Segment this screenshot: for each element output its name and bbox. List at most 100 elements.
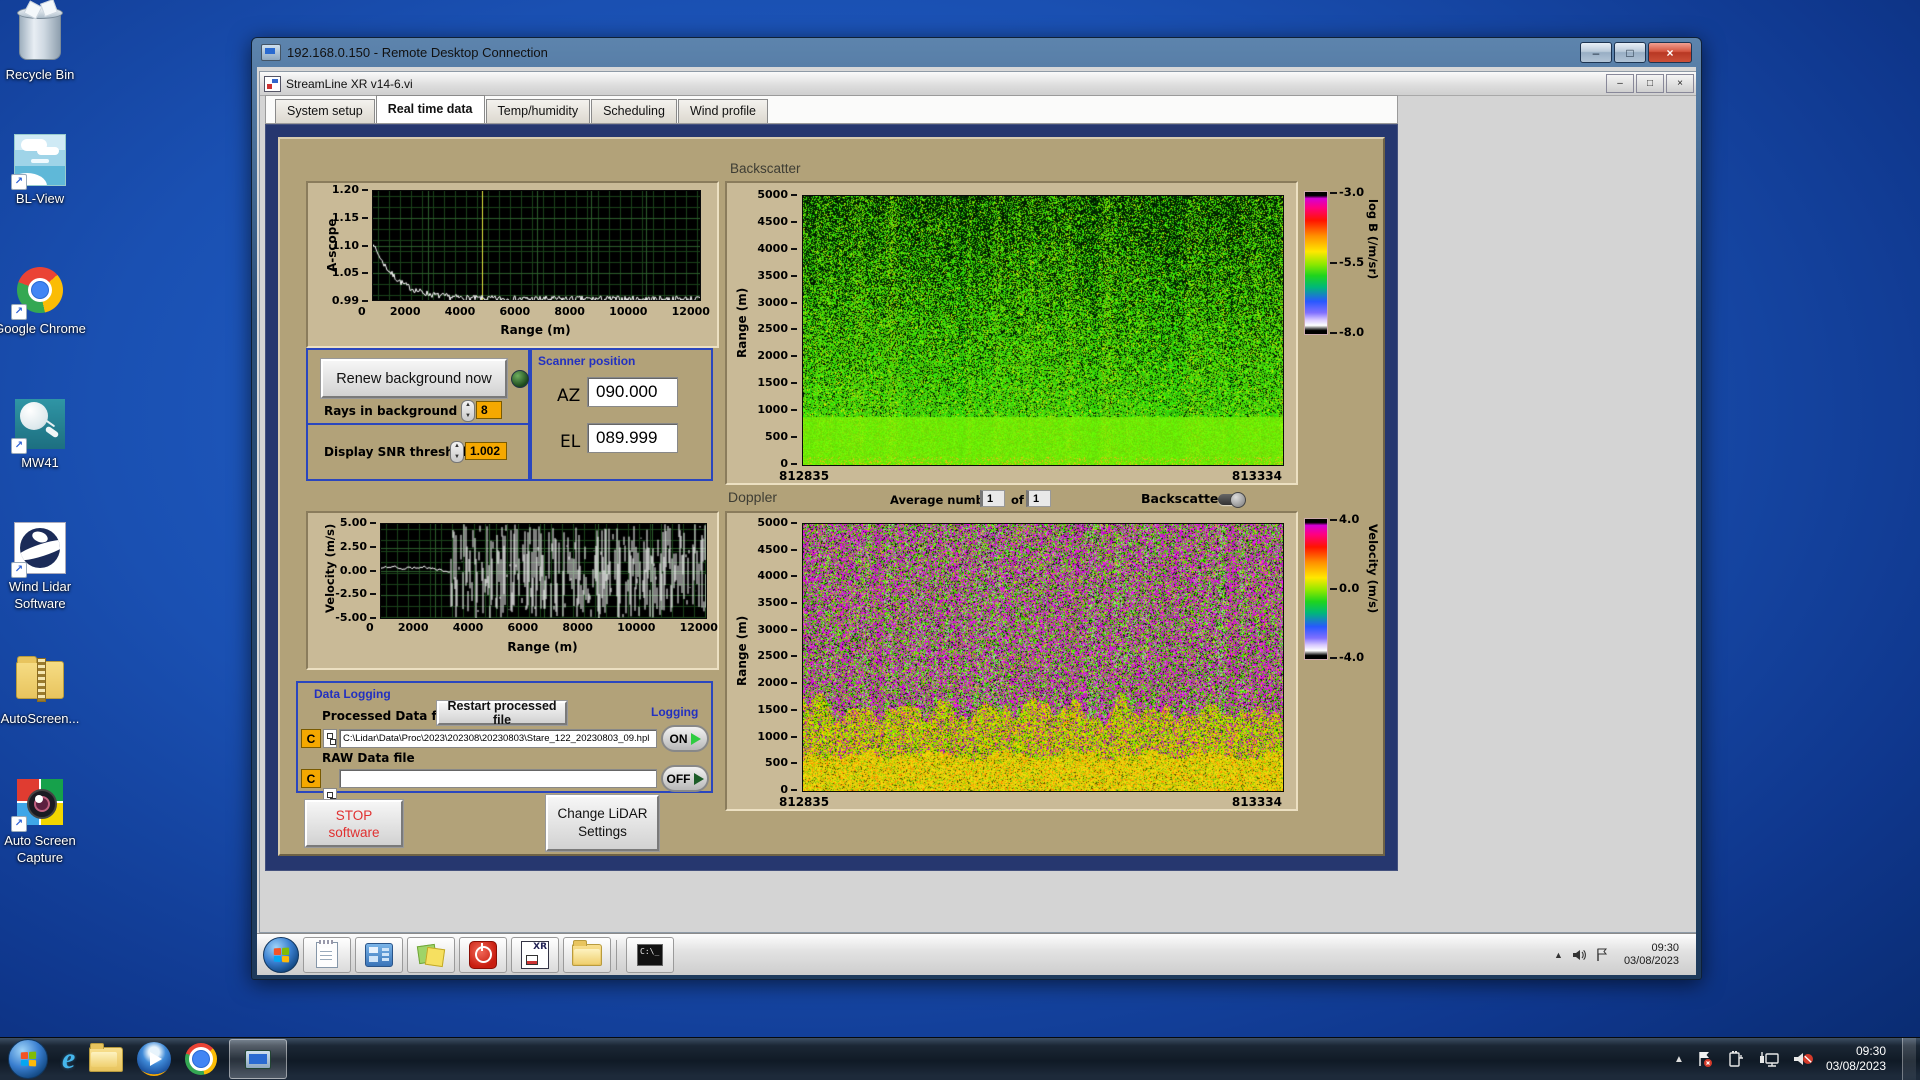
remote-display-settings-button[interactable]: [355, 937, 403, 973]
snr-spinner[interactable]: ▲▼: [450, 441, 464, 463]
tab-wind-profile[interactable]: Wind profile: [678, 99, 768, 123]
remote-explorer-button[interactable]: [563, 937, 611, 973]
rdp-window-title: 192.168.0.150 - Remote Desktop Connectio…: [287, 45, 1578, 60]
doppler-ytick: 1000: [757, 731, 797, 742]
stop-line1: STOP: [336, 807, 373, 824]
remote-taskbar: C:\_ ▲ 09:30 03/08/2023: [257, 933, 1696, 975]
ascope-ytick: 1.10: [332, 240, 368, 251]
processed-path-field[interactable]: C:\Lidar\Data\Proc\2023\202308\20230803\…: [339, 729, 657, 748]
snr-value[interactable]: 1.002: [465, 442, 507, 460]
raw-drive-letter[interactable]: C: [301, 769, 321, 788]
renew-background-button[interactable]: Renew background now: [321, 359, 507, 398]
network-icon[interactable]: [1758, 1050, 1780, 1068]
background-control-box: Renew background now Rays in background …: [306, 348, 530, 425]
show-desktop-button[interactable]: [1902, 1038, 1916, 1080]
action-center-flag-icon[interactable]: [1595, 947, 1609, 963]
chrome-taskbar-button[interactable]: [185, 1043, 217, 1075]
rdp-titlebar[interactable]: 192.168.0.150 - Remote Desktop Connectio…: [257, 38, 1696, 67]
desktop-icon-google-chrome[interactable]: ↗ Google Chrome: [0, 262, 92, 337]
backscatter-ytick: 2500: [757, 323, 797, 334]
tray-expand-icon[interactable]: ▲: [1674, 1054, 1684, 1065]
maximize-button[interactable]: □: [1614, 42, 1646, 63]
start-button[interactable]: [8, 1039, 48, 1079]
velocity-graph: Velocity (m/s) 5.002.500.00-2.50-5.00 02…: [306, 511, 719, 670]
backscatter-colorbar-label: log B (/m/sr): [1366, 199, 1380, 329]
backscatter-time-start: 812835: [779, 469, 829, 483]
ascope-xtick: 0: [358, 305, 366, 318]
volume-muted-icon[interactable]: [1792, 1050, 1814, 1068]
data-logging-title: Data Logging: [314, 687, 391, 701]
desktop-icon-wind-lidar[interactable]: ↗ Wind Lidar Software: [0, 520, 92, 612]
desktop-icon-mw41[interactable]: ↗ MW41: [0, 396, 92, 471]
rdp-window: 192.168.0.150 - Remote Desktop Connectio…: [251, 37, 1702, 980]
remote-shutdown-button[interactable]: [459, 937, 507, 973]
scanner-position-title: Scanner position: [538, 354, 635, 368]
desktop-icon-label: Recycle Bin: [0, 66, 92, 83]
remote-clock[interactable]: 09:30 03/08/2023: [1617, 941, 1686, 969]
shortcut-arrow-icon: ↗: [11, 438, 27, 454]
action-center-flag-icon[interactable]: [1696, 1050, 1714, 1068]
vi-titlebar[interactable]: StreamLine XR v14-6.vi – □ ×: [260, 72, 1696, 96]
desktop-icon-bl-view[interactable]: ↗ BL-View: [0, 132, 92, 207]
tray-expand-icon[interactable]: ▲: [1554, 950, 1563, 960]
vi-maximize-button[interactable]: □: [1636, 74, 1664, 93]
desktop-icon-autoscreen-zip[interactable]: AutoScreen...: [0, 652, 92, 727]
average-total-value[interactable]: 1: [1026, 490, 1051, 507]
taskbar-separator: [616, 940, 617, 970]
remote-sticky-notes-button[interactable]: [407, 937, 455, 973]
remote-cmd-button[interactable]: C:\_: [626, 937, 674, 973]
processed-browse-icon[interactable]: [323, 729, 337, 748]
tab-real-time-data[interactable]: Real time data: [376, 95, 485, 123]
remote-notepad-button[interactable]: [303, 937, 351, 973]
raw-data-file-label: RAW Data file: [322, 751, 415, 765]
processed-logging-on-button[interactable]: ON: [661, 725, 709, 752]
average-number-value[interactable]: 1: [980, 490, 1005, 507]
restart-processed-file-button[interactable]: Restart processed file: [437, 701, 567, 725]
remote-start-button[interactable]: [263, 937, 299, 973]
ascope-x-axis-label: Range (m): [372, 323, 699, 337]
rdp-taskbar-button-active[interactable]: [229, 1039, 287, 1079]
renew-background-led: [511, 370, 529, 388]
host-clock[interactable]: 09:30 03/08/2023: [1826, 1044, 1890, 1074]
wmp-taskbar-button[interactable]: [137, 1042, 171, 1076]
processed-drive-letter[interactable]: C: [301, 729, 321, 748]
remote-streamline-xr-button[interactable]: [511, 937, 559, 973]
stop-software-button[interactable]: STOP software: [305, 800, 403, 847]
ascope-xtick: 6000: [500, 305, 531, 318]
backscatter-toggle[interactable]: [1218, 494, 1244, 505]
raw-logging-off-button[interactable]: OFF: [661, 765, 709, 792]
change-lidar-settings-button[interactable]: Change LiDAR Settings: [546, 795, 659, 851]
el-label: EL: [560, 432, 580, 452]
backscatter-colorbar-tick: -8.0: [1330, 325, 1364, 339]
vi-close-button[interactable]: ×: [1666, 74, 1694, 93]
az-value-field[interactable]: 090.000: [587, 377, 678, 407]
rays-spinner[interactable]: ▲▼: [461, 400, 475, 422]
vi-minimize-button[interactable]: –: [1606, 74, 1634, 93]
tab-scheduling[interactable]: Scheduling: [591, 99, 677, 123]
backscatter-ytick: 2000: [757, 350, 797, 361]
tab-system-setup[interactable]: System setup: [275, 99, 375, 123]
doppler-colorbar-label: Velocity (m/s): [1366, 524, 1380, 654]
explorer-taskbar-button[interactable]: [89, 1047, 123, 1072]
ie-taskbar-button[interactable]: e: [62, 1042, 75, 1076]
ascope-xtick: 10000: [609, 305, 647, 318]
velocity-plot: [380, 523, 707, 619]
power-plug-icon[interactable]: [1726, 1050, 1746, 1068]
doppler-ytick: 1500: [757, 704, 797, 715]
desktop-icon-recycle-bin[interactable]: Recycle Bin: [0, 8, 92, 83]
desktop-icon-auto-screen-capture[interactable]: ↗ Auto Screen Capture: [0, 774, 92, 866]
wind-lidar-icon: ↗: [13, 520, 67, 576]
velocity-xtick: 0: [366, 621, 374, 634]
el-value-field[interactable]: 089.999: [587, 423, 678, 453]
close-button[interactable]: ×: [1648, 42, 1692, 63]
data-logging-box: Data Logging Processed Data file Restart…: [296, 681, 713, 793]
doppler-ytick: 2500: [757, 650, 797, 661]
raw-path-field[interactable]: [339, 769, 657, 788]
ascope-xtick: 12000: [672, 305, 710, 318]
rays-value[interactable]: 8: [476, 401, 502, 419]
backscatter-ytick: 3000: [757, 297, 797, 308]
tab-temp-humidity[interactable]: Temp/humidity: [486, 99, 591, 123]
velocity-xtick: 4000: [453, 621, 484, 634]
volume-icon[interactable]: [1571, 947, 1587, 963]
minimize-button[interactable]: –: [1580, 42, 1612, 63]
